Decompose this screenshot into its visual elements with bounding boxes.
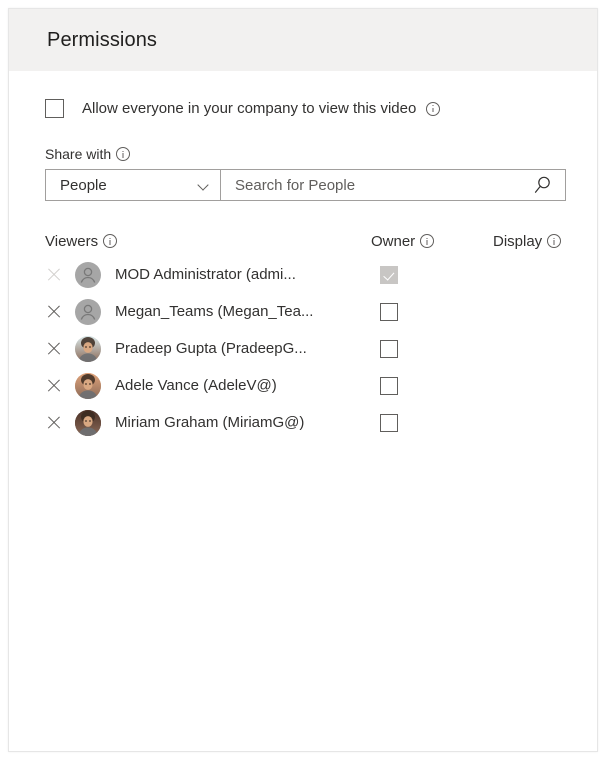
column-header-display: Display [493,233,566,250]
table-row: Miriam Graham (MiriamG@) [45,404,566,441]
owner-checkbox[interactable] [380,413,398,432]
avatar [75,409,101,436]
viewer-name: Pradeep Gupta (PradeepG... [115,340,307,357]
search-icon[interactable] [533,175,553,195]
owner-cell [371,413,493,432]
allow-everyone-checkbox[interactable] [45,99,64,118]
viewer-cell: Pradeep Gupta (PradeepG... [45,335,371,362]
remove-viewer-close-icon[interactable] [45,414,63,432]
table-body: MOD Administrator (admi... Megan_Teams (M… [45,256,566,441]
allow-everyone-row: Allow everyone in your company to view t… [45,99,561,118]
column-header-display-label: Display [493,233,543,250]
table-header-row: Viewers Owner Display [45,233,566,256]
panel-body: Allow everyone in your company to view t… [9,71,597,441]
table-row: Adele Vance (AdeleV@) [45,367,566,404]
viewer-cell: MOD Administrator (admi... [45,261,371,288]
table-row: Megan_Teams (Megan_Tea... [45,293,566,330]
share-with-row: People [45,169,566,201]
info-icon[interactable] [420,234,435,248]
viewer-cell: Megan_Teams (Megan_Tea... [45,298,371,325]
remove-viewer-close-icon [45,266,63,284]
panel-header: Permissions [9,9,597,71]
page-title: Permissions [47,28,158,51]
owner-checkbox [380,265,398,284]
avatar [75,298,101,325]
search-people-box[interactable] [221,169,566,201]
allow-everyone-label: Allow everyone in your company to view t… [82,100,417,117]
share-with-select[interactable]: People [45,169,221,201]
table-row: MOD Administrator (admi... [45,256,566,293]
column-header-viewers-label: Viewers [45,233,99,250]
permissions-panel: Permissions Allow everyone in your compa… [8,8,598,752]
chevron-down-icon [198,180,209,191]
viewer-name: Adele Vance (AdeleV@) [115,377,277,394]
owner-cell [371,339,493,358]
viewer-cell: Miriam Graham (MiriamG@) [45,409,371,436]
owner-checkbox[interactable] [380,339,398,358]
share-with-label: Share with [45,146,112,162]
share-with-select-value: People [60,176,107,194]
viewers-table: Viewers Owner Display MOD Administrator … [45,233,566,441]
share-with-label-row: Share with [45,146,561,162]
search-input[interactable] [235,176,533,194]
table-row: Pradeep Gupta (PradeepG... [45,330,566,367]
remove-viewer-close-icon[interactable] [45,303,63,321]
info-icon[interactable] [426,101,441,116]
avatar [75,261,101,288]
column-header-viewers: Viewers [45,233,371,250]
viewer-cell: Adele Vance (AdeleV@) [45,372,371,399]
viewer-name: Miriam Graham (MiriamG@) [115,414,305,431]
avatar [75,372,101,399]
owner-checkbox[interactable] [380,302,398,321]
remove-viewer-close-icon[interactable] [45,340,63,358]
info-icon[interactable] [547,234,562,248]
viewer-name: MOD Administrator (admi... [115,266,296,283]
info-icon[interactable] [103,234,118,248]
column-header-owner: Owner [371,233,493,250]
owner-cell [371,265,493,284]
column-header-owner-label: Owner [371,233,416,250]
info-icon[interactable] [116,147,131,161]
owner-checkbox[interactable] [380,376,398,395]
owner-cell [371,376,493,395]
viewer-name: Megan_Teams (Megan_Tea... [115,303,314,320]
avatar [75,335,101,362]
remove-viewer-close-icon[interactable] [45,377,63,395]
owner-cell [371,302,493,321]
